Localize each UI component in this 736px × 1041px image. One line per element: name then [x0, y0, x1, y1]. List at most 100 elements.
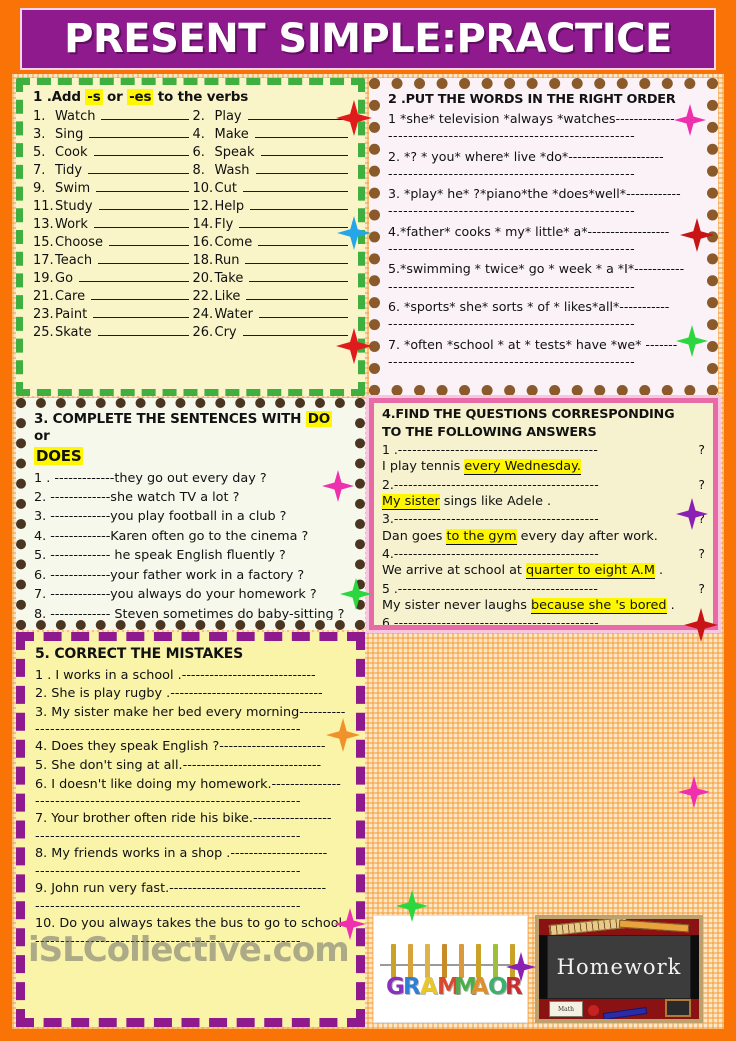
verb-answer-blank[interactable]: [96, 180, 189, 192]
exercise-4-blank[interactable]: ----------------------------------------…: [398, 581, 699, 597]
verb-word: Play: [214, 108, 242, 124]
exercise-4-question-line[interactable]: 4. --------------------------------------…: [382, 546, 705, 562]
verb-answer-blank[interactable]: [88, 162, 189, 174]
exercise-2-answer-line[interactable]: ----------------------------------------…: [388, 128, 699, 144]
verb-number: 5.: [33, 144, 46, 160]
verb-item: 18. Run: [193, 252, 348, 268]
exercise-4-blank[interactable]: ----------------------------------------…: [394, 477, 699, 493]
verb-answer-blank[interactable]: [250, 198, 348, 210]
exercise-4-question-line[interactable]: 2. --------------------------------------…: [382, 477, 705, 493]
exercise-5-answer-line[interactable]: ----------------------------------------…: [35, 794, 346, 809]
exercise-4-blank[interactable]: ----------------------------------------…: [398, 442, 699, 458]
exercise-3-item[interactable]: 7. -------------you always do your homew…: [34, 585, 347, 604]
verb-answer-blank[interactable]: [258, 234, 348, 246]
exercise-5-item[interactable]: 6. I doesn't like doing my homework.----…: [35, 776, 346, 795]
verb-answer-blank[interactable]: [98, 198, 189, 210]
verb-item: 22. Like: [193, 288, 348, 304]
exercise-4-question-mark: ?: [698, 545, 705, 561]
exercise-2-answer-line[interactable]: ----------------------------------------…: [388, 316, 699, 332]
verb-answer-blank[interactable]: [97, 324, 189, 336]
verb-answer-blank[interactable]: [109, 234, 189, 246]
verb-number: 16.: [192, 234, 214, 250]
exercise-5-item[interactable]: 8. My friends works in a shop .---------…: [35, 845, 346, 864]
exercise-5-answer-line[interactable]: ----------------------------------------…: [35, 934, 346, 949]
exercise-4-question-line[interactable]: 6. --------------------------------------…: [382, 615, 705, 625]
verb-answer-blank[interactable]: [93, 144, 189, 156]
verb-answer-blank[interactable]: [91, 288, 189, 300]
exercise-5-item[interactable]: 9. John run very fast.------------------…: [35, 880, 346, 899]
exercise-5-item[interactable]: 7. Your brother often ride his bike.----…: [35, 810, 346, 829]
exercise-3-item[interactable]: 5. ------------- he speak English fluent…: [34, 546, 347, 565]
exercise-5-item[interactable]: 2. She is play rugby .------------------…: [35, 685, 346, 704]
verb-word: Paint: [55, 306, 88, 322]
exercise-5-item[interactable]: 1 . I works in a school .---------------…: [35, 667, 346, 686]
exercise-4-question-line[interactable]: 3. --------------------------------------…: [382, 511, 705, 527]
verb-answer-blank[interactable]: [247, 108, 348, 120]
exercise-4-question-mark: ?: [698, 511, 705, 527]
verb-answer-blank[interactable]: [101, 108, 189, 120]
exercise-3-item[interactable]: 1 . -------------they go out every day ?: [34, 469, 347, 488]
exercise-2-answer-line[interactable]: ----------------------------------------…: [388, 279, 699, 295]
verb-answer-blank[interactable]: [93, 306, 189, 318]
verb-answer-blank[interactable]: [93, 216, 189, 228]
exercise-3-do-does: 3. COMPLETE THE SENTENCES WITH DO or DOE…: [16, 398, 365, 630]
exercise-4-blank[interactable]: ----------------------------------------…: [394, 511, 699, 527]
exercise-5-item[interactable]: 5. She don't sing at all.---------------…: [35, 757, 346, 776]
exercise-5-answer-line[interactable]: ----------------------------------------…: [35, 864, 346, 879]
verb-answer-blank[interactable]: [246, 288, 348, 300]
exercise-2-prompt: 4.*father* cooks * my* little* a*-------…: [388, 223, 670, 239]
exercise-2-answer-line[interactable]: ----------------------------------------…: [388, 203, 699, 219]
exercise-4-question-line[interactable]: 1 . -------------------------------------…: [382, 442, 705, 458]
exercise-5-answer-line[interactable]: ----------------------------------------…: [35, 722, 346, 737]
verb-item: 26. Cry: [193, 324, 348, 340]
verb-item: 14. Fly: [193, 216, 348, 232]
verb-answer-blank[interactable]: [242, 324, 348, 336]
verb-item: 10. Cut: [193, 180, 348, 196]
exercise-4-answer: Dan goes to the gym every day after work…: [382, 528, 705, 545]
exercise-2-answer-line[interactable]: ----------------------------------------…: [388, 166, 699, 182]
verb-answer-blank[interactable]: [255, 162, 348, 174]
exercise-5-answer-line[interactable]: ----------------------------------------…: [35, 899, 346, 914]
verb-answer-blank[interactable]: [98, 252, 189, 264]
verb-answer-blank[interactable]: [260, 144, 348, 156]
verb-item: 25. Skate: [33, 324, 189, 340]
verb-answer-blank[interactable]: [239, 216, 348, 228]
verb-answer-blank[interactable]: [249, 270, 348, 282]
exercise-4-blank[interactable]: ----------------------------------------…: [394, 615, 699, 625]
answer-highlight: because she 's bored: [531, 597, 667, 614]
verb-answer-blank[interactable]: [245, 252, 348, 264]
exercise-2-answer-line[interactable]: ----------------------------------------…: [388, 241, 699, 257]
verb-number: 12.: [192, 198, 214, 214]
exercise-4-blank[interactable]: ----------------------------------------…: [394, 546, 699, 562]
ex3-heading-pre: 3. COMPLETE THE SENTENCES WITH: [34, 411, 306, 427]
exercise-1-heading: 1 .Add -s or -es to the verbs: [33, 89, 348, 106]
exercise-3-item[interactable]: 6. -------------your father work in a fa…: [34, 566, 347, 585]
exercise-2-answer-line[interactable]: ----------------------------------------…: [388, 354, 699, 370]
verb-word: Speak: [214, 144, 255, 160]
illustration-row: GRAMMAOR Homework Math: [373, 905, 714, 1023]
exercise-4-question-line[interactable]: 5 . -------------------------------------…: [382, 581, 705, 597]
exercise-3-item[interactable]: 3. -------------you play football in a c…: [34, 507, 347, 526]
blackboard: Homework: [547, 935, 691, 999]
verb-item: 6. Speak: [193, 144, 348, 160]
exercise-5-item[interactable]: 3. My sister make her bed every morning-…: [35, 704, 346, 723]
exercise-3-item[interactable]: 2. -------------she watch TV a lot ?: [34, 488, 347, 507]
exercise-3-item[interactable]: 8. ------------- Steven sometimes do bab…: [34, 605, 347, 620]
verb-item: 1. Watch: [33, 108, 189, 124]
exercise-5-item[interactable]: 4. Does they speak English ?------------…: [35, 738, 346, 757]
verb-item: 7. Tidy: [33, 162, 189, 178]
verb-item: 21. Care: [33, 288, 189, 304]
exercise-5-answer-line[interactable]: ----------------------------------------…: [35, 829, 346, 844]
page-title: PRESENT SIMPLE:PRACTICE: [64, 16, 672, 62]
verb-item: 24. Water: [193, 306, 348, 322]
answer-prefix: We arrive at school at: [382, 563, 527, 579]
verb-answer-blank[interactable]: [254, 126, 348, 138]
verb-answer-blank[interactable]: [89, 126, 189, 138]
verb-answer-blank[interactable]: [79, 270, 189, 282]
verb-answer-blank[interactable]: [258, 306, 348, 318]
exercise-3-item[interactable]: 4. -------------Karen often go to the ci…: [34, 527, 347, 546]
verb-item: 13. Work: [33, 216, 189, 232]
exercise-4-answer: We arrive at school at quarter to eight …: [382, 562, 705, 580]
exercise-5-item[interactable]: 10. Do you always takes the bus to go to…: [35, 915, 346, 934]
verb-answer-blank[interactable]: [242, 180, 348, 192]
